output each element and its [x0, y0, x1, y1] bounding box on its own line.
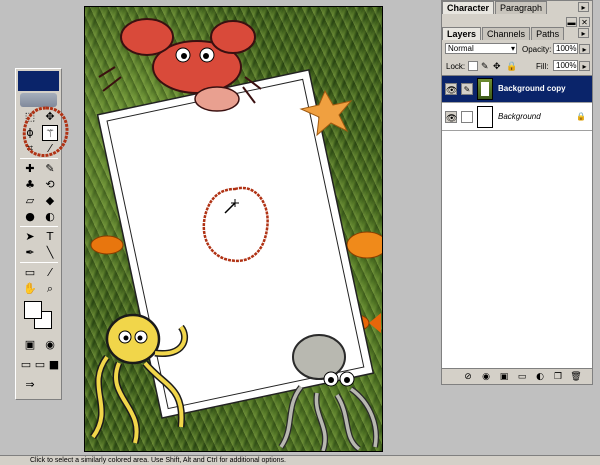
lock-label: Lock: — [446, 62, 466, 71]
status-bar: Click to select a similarly colored area… — [0, 455, 600, 465]
quick-mask-icon[interactable]: ◉ — [42, 337, 58, 353]
tab-layers[interactable]: Layers — [442, 27, 482, 40]
document-canvas[interactable] — [84, 6, 383, 452]
tools-palette-titlebar[interactable] — [18, 71, 59, 91]
layers-list: 👁 ✎ Background copy 👁 Background 🔒 — [442, 75, 592, 369]
blend-mode-select[interactable]: Normal ▾ — [445, 43, 517, 54]
type-tool-icon[interactable]: T — [42, 229, 58, 245]
jump-to-imageready-icon[interactable]: ⇒ — [22, 377, 38, 393]
goldfish-left — [90, 235, 124, 255]
layer-name: Background — [498, 112, 541, 121]
annotation-circle-toolbox — [22, 106, 69, 157]
history-brush-icon[interactable]: ⟲ — [42, 177, 58, 193]
goldfish-right-top — [346, 231, 382, 259]
lock-all-icon[interactable]: 🔒 — [506, 61, 517, 72]
eye-icon[interactable]: 👁 — [445, 111, 457, 123]
lock-image-icon[interactable]: ✎ — [481, 61, 489, 72]
fill-slider-arrow-icon[interactable]: ▸ — [579, 61, 590, 71]
layer-name: Background copy — [498, 84, 566, 93]
pen-tool-icon[interactable]: ✒ — [22, 245, 38, 261]
close-icon[interactable]: ✕ — [579, 17, 590, 27]
fill-field[interactable]: 100% — [553, 60, 578, 71]
blend-mode-value: Normal — [448, 44, 474, 53]
tab-channels[interactable]: Channels — [482, 27, 531, 40]
zoom-tool-icon[interactable]: ⌕ — [42, 281, 58, 297]
opacity-label: Opacity: — [522, 45, 552, 54]
tab-character[interactable]: Character — [442, 1, 495, 14]
layers-panel[interactable]: Character Paragraph ▸ ▬ ✕ Layers Channel… — [441, 0, 593, 385]
tab-paths[interactable]: Paths — [531, 27, 565, 40]
dodge-tool-icon[interactable]: ◐ — [42, 209, 58, 225]
opacity-field[interactable]: 100% — [553, 43, 578, 54]
adjustment-layer-icon[interactable]: ◐ — [534, 371, 546, 383]
healing-brush-icon[interactable]: ✚ — [22, 161, 38, 177]
layer-row-background-copy[interactable]: 👁 ✎ Background copy — [442, 76, 592, 103]
chevron-down-icon: ▾ — [510, 44, 515, 53]
path-selection-icon[interactable]: ➤ — [22, 229, 38, 245]
trash-icon[interactable]: 🗑 — [570, 371, 582, 383]
lock-icon: 🔒 — [576, 112, 586, 121]
layer-thumbnail — [477, 106, 493, 128]
lock-transparent-icon[interactable] — [468, 61, 478, 71]
new-layer-icon[interactable]: ❐ — [552, 371, 564, 383]
notes-tool-icon[interactable]: ▭ — [22, 265, 38, 281]
layers-bottom-toolbar: ⊘ ◉ ▣ ▭ ◐ ❐ 🗑 — [442, 368, 592, 384]
layer-row-background[interactable]: 👁 Background 🔒 — [442, 104, 592, 131]
fill-label: Fill: — [536, 62, 549, 71]
add-mask-icon[interactable]: ▣ — [498, 371, 510, 383]
blur-tool-icon[interactable]: ● — [22, 209, 38, 225]
brush-tool-icon[interactable]: ✎ — [42, 161, 58, 177]
link-slot-icon[interactable] — [461, 111, 473, 123]
status-bar-text: Click to select a similarly colored area… — [30, 457, 287, 464]
minimize-icon[interactable]: ▬ — [566, 17, 577, 27]
paint-bucket-icon[interactable]: ◆ — [42, 193, 58, 209]
eyedropper-icon[interactable]: ⁄ — [42, 265, 58, 281]
eye-icon[interactable]: 👁 — [445, 83, 457, 95]
canvas-artwork — [90, 18, 382, 451]
brush-icon[interactable]: ✎ — [461, 83, 473, 95]
layers-menu-icon[interactable]: ▸ — [578, 28, 589, 38]
lock-position-icon[interactable]: ✥ — [493, 61, 501, 72]
standard-mode-icon[interactable]: ▣ — [22, 337, 38, 353]
tab-paragraph[interactable]: Paragraph — [495, 1, 548, 14]
opacity-slider-arrow-icon[interactable]: ▸ — [579, 44, 590, 54]
panel-menu-icon[interactable]: ▸ — [578, 2, 589, 12]
eraser-tool-icon[interactable]: ▱ — [22, 193, 38, 209]
new-group-icon[interactable]: ▭ — [516, 371, 528, 383]
link-layers-icon[interactable]: ⊘ — [462, 371, 474, 383]
screen-mode-full-icon[interactable]: ■ — [46, 357, 62, 373]
line-tool-icon[interactable]: ╲ — [42, 245, 58, 261]
layer-style-icon[interactable]: ◉ — [480, 371, 492, 383]
foreground-color-swatch[interactable] — [24, 301, 42, 319]
hand-tool-icon[interactable]: ✋ — [22, 281, 38, 297]
clone-stamp-icon[interactable]: ♣ — [22, 177, 38, 193]
layer-thumbnail — [477, 78, 493, 100]
